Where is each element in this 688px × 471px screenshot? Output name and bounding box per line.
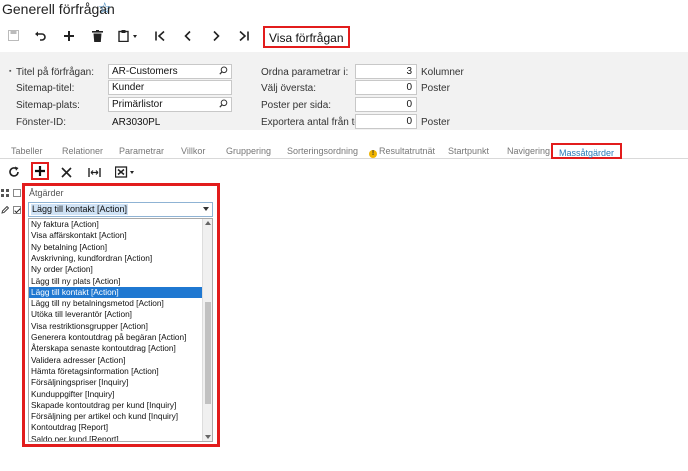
dropdown-option[interactable]: Validera adresser [Action]	[29, 355, 203, 366]
dropdown-option[interactable]: Visa affärskontakt [Action]	[29, 230, 203, 241]
sitemap-title-field[interactable]: Kunder	[108, 80, 232, 95]
dropdown-option[interactable]: Försäljningspriser [Inquiry]	[29, 377, 203, 388]
first-record-icon[interactable]	[151, 28, 169, 46]
dropdown-option[interactable]: Återskapa senaste kontoutdrag [Action]	[29, 343, 203, 354]
dropdown-option[interactable]: Lägg till ny plats [Action]	[29, 276, 203, 287]
dropdown-option[interactable]: Generera kontoutdrag på begäran [Action]	[29, 332, 203, 343]
add-row-button[interactable]	[31, 162, 49, 180]
export-top-field[interactable]: 0	[355, 114, 417, 129]
dropdown-option[interactable]: Utöka till leverantör [Action]	[29, 309, 203, 320]
edit-pencil-icon[interactable]	[1, 206, 9, 214]
scroll-down-icon[interactable]	[205, 435, 211, 439]
action-dropdown-list: Ny faktura [Action] Visa affärskontakt [A…	[28, 218, 213, 442]
inquiry-form: ▪ Titel på förfrågan: AR-Customers Sitem…	[0, 52, 688, 130]
fit-columns-icon[interactable]	[86, 165, 102, 181]
tab-sorteringsordning[interactable]: Sorteringsordning	[287, 146, 358, 156]
select-top-suffix: Poster	[421, 83, 450, 94]
sitemap-title-label: Sitemap-titel:	[16, 83, 75, 94]
lookup-search-icon[interactable]	[219, 99, 228, 108]
sitemap-location-label: Sitemap-plats:	[16, 100, 80, 111]
tab-resultatrutnat-label: Resultatrutnät	[379, 146, 436, 156]
clipboard-menu-icon[interactable]	[116, 28, 142, 46]
required-marker-icon: ▪	[9, 68, 12, 75]
tab-relationer[interactable]: Relationer	[62, 146, 103, 156]
scrollbar-thumb[interactable]	[205, 302, 211, 404]
dropdown-option[interactable]: Hämta företagsinformation [Action]	[29, 366, 203, 377]
dropdown-option[interactable]: Lägg till kontakt [Action]	[29, 286, 203, 299]
tab-tabeller[interactable]: Tabeller	[11, 146, 43, 156]
action-select-value: Lägg till kontakt [Action]	[31, 204, 129, 215]
dropdown-option[interactable]: Ny betalning [Action]	[29, 242, 203, 253]
dropdown-option[interactable]: Skapade kontoutdrag per kund [Inquiry]	[29, 400, 203, 411]
row-checkbox[interactable]	[13, 206, 21, 214]
dropdown-option[interactable]: Kunduppgifter [Inquiry]	[29, 389, 203, 400]
screen-id-value: AR3030PL	[112, 117, 161, 128]
dropdown-option[interactable]: Lägg till ny betalningsmetod [Action]	[29, 298, 203, 309]
dropdown-option[interactable]: Kontoutdrag [Report]	[29, 422, 203, 433]
screen-id-label: Fönster-ID:	[16, 117, 67, 128]
select-top-field[interactable]: 0	[355, 80, 417, 95]
dropdown-option[interactable]: Ny order [Action]	[29, 264, 203, 275]
inquiry-title-field[interactable]: AR-Customers	[108, 64, 232, 79]
tab-massatgarder[interactable]: Massåtgärder	[551, 143, 623, 159]
warning-icon: !	[369, 150, 377, 158]
arrange-params-field[interactable]: 3	[355, 64, 417, 79]
scroll-up-icon[interactable]	[205, 221, 211, 225]
lookup-search-icon[interactable]	[219, 66, 228, 75]
delete-row-icon[interactable]	[58, 165, 74, 181]
sitemap-location-value: Primärlistor	[112, 99, 163, 110]
actions-column-header[interactable]: Åtgärder	[29, 188, 64, 198]
refresh-icon[interactable]	[6, 165, 22, 181]
undo-icon[interactable]	[31, 28, 49, 46]
dropdown-option[interactable]: Försäljning per artikel och kund [Inquir…	[29, 411, 203, 422]
dropdown-option[interactable]: Visa restriktionsgrupper [Action]	[29, 321, 203, 332]
title-bar: Generell förfrågan ☆	[0, 0, 688, 22]
action-select[interactable]: Lägg till kontakt [Action]	[28, 202, 213, 217]
export-top-suffix: Poster	[421, 117, 450, 128]
favorite-star-icon[interactable]: ☆	[98, 0, 111, 17]
sitemap-title-value: Kunder	[112, 82, 145, 93]
inquiry-title-value: AR-Customers	[112, 66, 178, 77]
tab-navigering[interactable]: Navigering	[507, 146, 550, 156]
dropdown-option[interactable]: Avskrivning, kundfordran [Action]	[29, 253, 203, 264]
tab-parametrar[interactable]: Parametrar	[119, 146, 164, 156]
delete-icon[interactable]	[88, 28, 106, 46]
select-top-label: Välj översta:	[261, 83, 317, 94]
column-config-icon[interactable]	[1, 189, 9, 197]
chevron-down-icon[interactable]	[203, 207, 209, 211]
sitemap-location-field[interactable]: Primärlistor	[108, 97, 232, 112]
tab-gruppering[interactable]: Gruppering	[226, 146, 271, 156]
arrange-params-suffix: Kolumner	[421, 67, 464, 78]
dropdown-option[interactable]: Ny faktura [Action]	[29, 219, 203, 230]
next-record-icon[interactable]	[207, 28, 225, 46]
dropdown-option[interactable]: Saldo per kund [Report]	[29, 434, 203, 441]
export-menu-icon[interactable]	[114, 165, 138, 181]
records-per-page-field[interactable]: 0	[355, 97, 417, 112]
tab-startpunkt[interactable]: Startpunkt	[448, 146, 489, 156]
previous-record-icon[interactable]	[179, 28, 197, 46]
inquiry-title-label: Titel på förfrågan:	[16, 67, 95, 78]
dropdown-scrollbar[interactable]	[202, 219, 212, 441]
arrange-params-label: Ordna parametrar i:	[261, 67, 349, 78]
tab-resultatrutnat[interactable]: ! Resultatrutnät	[369, 146, 435, 158]
plus-icon	[35, 166, 45, 176]
visa-forfragan-button[interactable]: Visa förfrågan	[263, 26, 350, 48]
add-icon[interactable]	[60, 28, 78, 46]
main-toolbar: Visa förfrågan	[0, 22, 688, 52]
records-per-page-label: Poster per sida:	[261, 100, 332, 111]
last-record-icon[interactable]	[235, 28, 253, 46]
select-all-checkbox[interactable]	[13, 189, 21, 197]
grid-toolbar	[0, 160, 688, 184]
tab-bar: Tabeller Relationer Parametrar Villkor G…	[0, 141, 688, 159]
save-icon[interactable]	[4, 28, 22, 46]
tab-villkor[interactable]: Villkor	[181, 146, 205, 156]
